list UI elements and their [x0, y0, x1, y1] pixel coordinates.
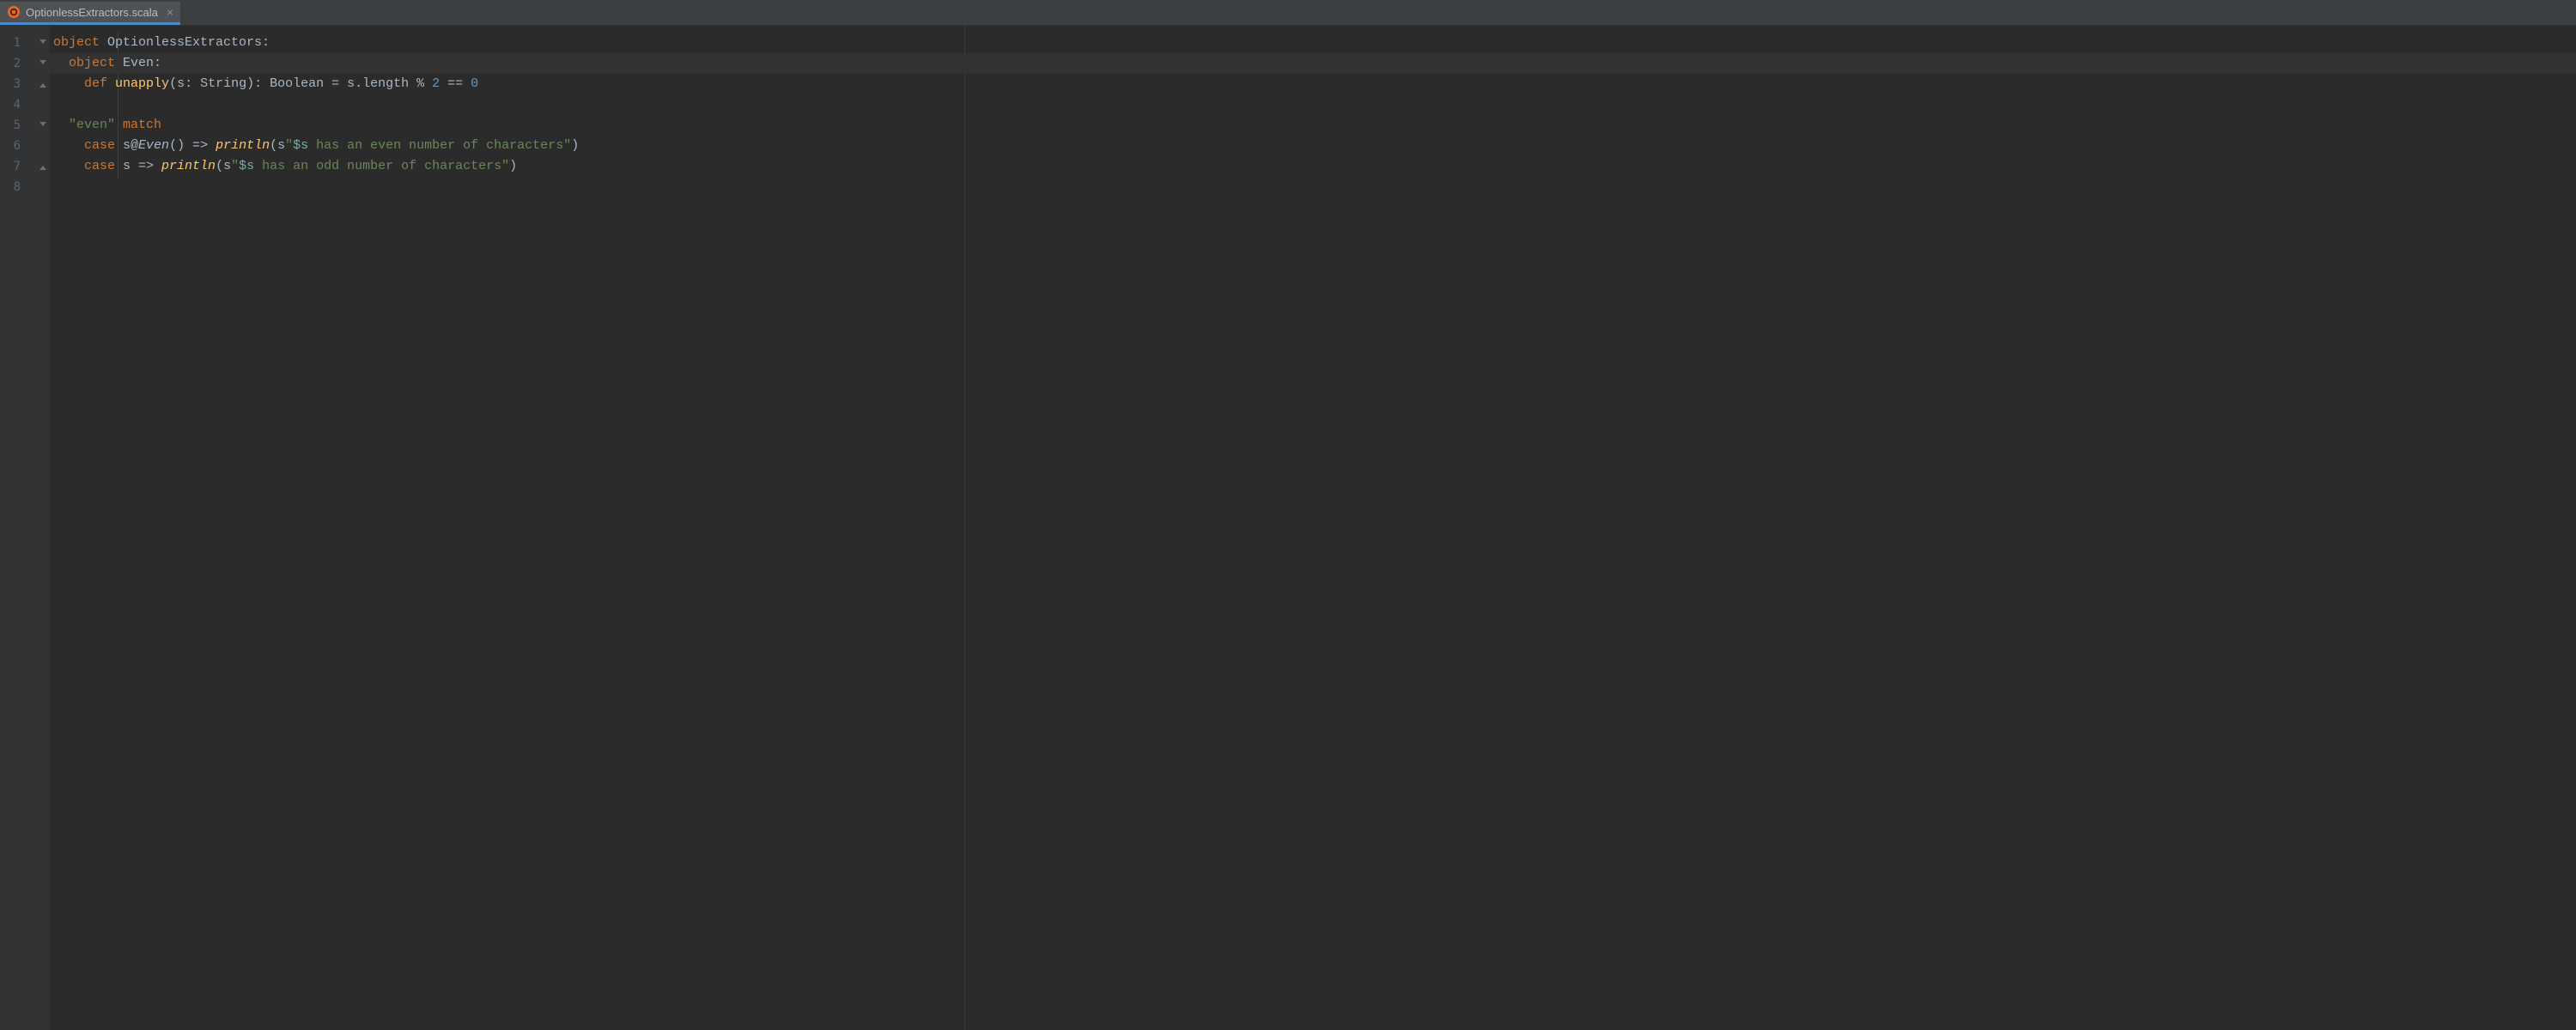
string-body: has an even number of characters	[308, 138, 563, 153]
indent	[53, 159, 84, 173]
indent	[53, 56, 69, 70]
close-icon[interactable]: ×	[167, 6, 173, 18]
string-quote: "	[501, 159, 509, 173]
fold-none	[36, 177, 50, 197]
code-line-current[interactable]: object Even:	[50, 53, 2576, 74]
fold-none	[36, 136, 50, 156]
code-line[interactable]: case s => println(s"$s has an odd number…	[50, 156, 2576, 177]
code-line[interactable]: "even" match	[50, 115, 2576, 136]
type-name: Even	[138, 138, 169, 153]
paren-close: )	[509, 159, 517, 173]
fold-open-icon[interactable]	[36, 33, 50, 53]
string-interpolation: $s	[239, 159, 254, 173]
function-name: unapply	[115, 76, 169, 91]
keyword: match	[123, 118, 161, 132]
paren-open: (s	[216, 159, 231, 173]
space	[107, 76, 115, 91]
string-quote: "	[231, 159, 239, 173]
fold-gutter	[36, 26, 50, 1030]
tab-bar: OptionlessExtractors.scala ×	[0, 2, 2576, 26]
indent	[53, 76, 84, 91]
signature: (s: String): Boolean = s.length %	[169, 76, 432, 91]
arrow: s =>	[115, 159, 161, 173]
line-number: 4	[0, 94, 21, 115]
code-line[interactable]: case s@Even() => println(s"$s has an eve…	[50, 136, 2576, 156]
keyword: case	[84, 159, 115, 173]
function-call: println	[216, 138, 270, 153]
code-line[interactable]: def unapply(s: String): Boolean = s.leng…	[50, 74, 2576, 94]
line-number: 8	[0, 177, 21, 197]
keyword: object	[53, 35, 100, 50]
function-call: println	[161, 159, 216, 173]
arrow: () =>	[169, 138, 216, 153]
string-quote: "	[563, 138, 571, 153]
paren-open: (s	[270, 138, 285, 153]
editor[interactable]: 1 2 3 4 5 6 7 8 object OptionlessExtract…	[0, 26, 2576, 1030]
pattern: s@	[115, 138, 138, 153]
tab-filename: OptionlessExtractors.scala	[26, 6, 158, 19]
string-quote: "	[285, 138, 293, 153]
fold-open-icon[interactable]	[36, 53, 50, 74]
string-literal: "even"	[69, 118, 115, 132]
string-interpolation: $s	[293, 138, 308, 153]
keyword: def	[84, 76, 107, 91]
operator: ==	[440, 76, 471, 91]
code-line[interactable]	[50, 94, 2576, 115]
fold-none	[36, 94, 50, 115]
line-number: 5	[0, 115, 21, 136]
indent	[53, 138, 84, 153]
line-number: 3	[0, 74, 21, 94]
indent	[53, 118, 69, 132]
string-body: has an odd number of characters	[254, 159, 501, 173]
fold-close-icon[interactable]	[36, 74, 50, 94]
paren-close: )	[571, 138, 579, 153]
line-number: 2	[0, 53, 21, 74]
keyword: object	[69, 56, 115, 70]
number-literal: 0	[471, 76, 478, 91]
keyword: case	[84, 138, 115, 153]
code-area[interactable]: object OptionlessExtractors: object Even…	[50, 26, 2576, 1030]
scala-file-icon	[7, 5, 21, 19]
fold-close-icon[interactable]	[36, 156, 50, 177]
identifier: Even:	[115, 56, 161, 70]
code-line[interactable]: object OptionlessExtractors:	[50, 33, 2576, 53]
fold-open-icon[interactable]	[36, 115, 50, 136]
number-literal: 2	[432, 76, 440, 91]
space	[115, 118, 123, 132]
identifier: OptionlessExtractors:	[100, 35, 270, 50]
code-line[interactable]	[50, 177, 2576, 197]
line-number: 7	[0, 156, 21, 177]
file-tab-active[interactable]: OptionlessExtractors.scala ×	[0, 2, 180, 25]
line-number: 1	[0, 33, 21, 53]
line-number-gutter: 1 2 3 4 5 6 7 8	[0, 26, 36, 1030]
line-number: 6	[0, 136, 21, 156]
